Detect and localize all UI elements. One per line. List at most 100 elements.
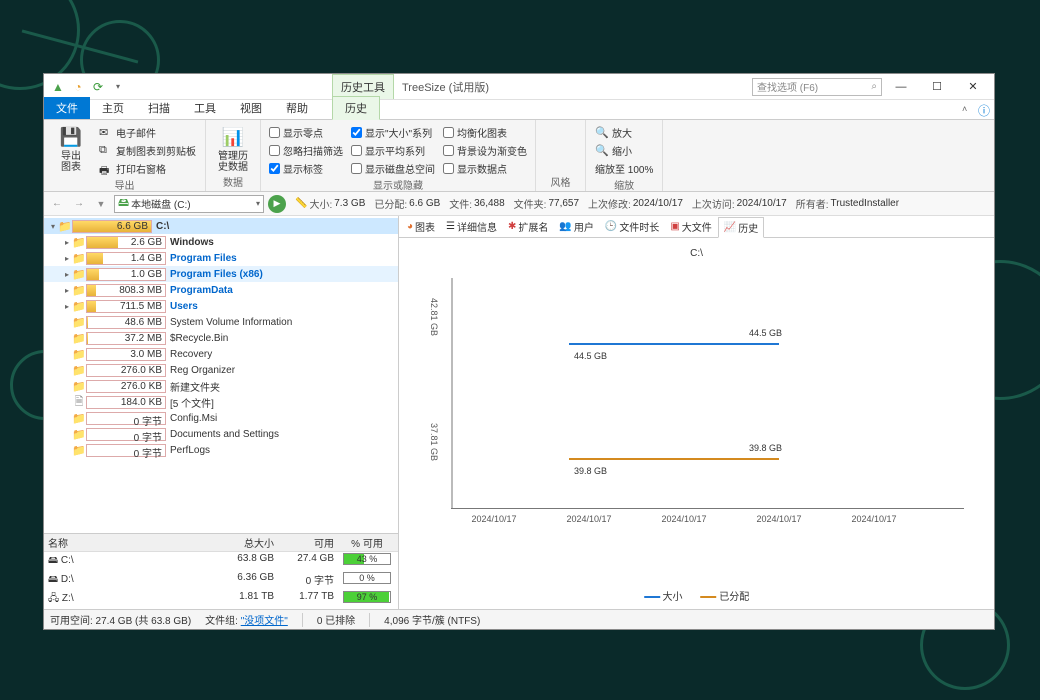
ck-show-labels[interactable]: 显示标签 xyxy=(267,160,345,177)
collapse-ribbon-icon[interactable]: ˄ xyxy=(962,104,976,118)
tree-row[interactable]: 📁276.0 KBReg Organizer xyxy=(44,362,398,378)
size-bar: 0 字节 xyxy=(86,412,166,425)
tab-chart[interactable]: ◕图表 xyxy=(402,217,440,236)
tree-row[interactable]: 🗎184.0 KB[5 个文件] xyxy=(44,394,398,410)
ck-show-points[interactable]: 显示数据点 xyxy=(441,160,529,177)
twisty-icon[interactable]: ▸ xyxy=(62,238,72,247)
zoom-out-icon: 🔍 xyxy=(595,144,609,158)
ck-equalize[interactable]: 均衡化图表 xyxy=(441,124,529,141)
tree-row[interactable]: ▸📁711.5 MBUsers xyxy=(44,298,398,314)
tab-help[interactable]: 帮助 xyxy=(274,97,320,119)
y-tick-lower: 37.81 GB xyxy=(429,423,439,461)
clock-icon: 🕒 xyxy=(605,221,617,232)
ck-ignore-filter[interactable]: 忽略扫描筛选 xyxy=(267,142,345,159)
series-size-line xyxy=(569,343,779,345)
tree-row[interactable]: ▸📁2.6 GBWindows xyxy=(44,234,398,250)
status-free-space: 可用空间: 27.4 GB (共 63.8 GB) xyxy=(50,612,191,627)
email-button[interactable]: ✉电子邮件 xyxy=(96,124,199,141)
tab-users[interactable]: 👥用户 xyxy=(554,217,598,236)
go-button[interactable]: ▶ xyxy=(268,195,286,213)
folder-tree[interactable]: ▾📁6.6 GBC:\▸📁2.6 GBWindows▸📁1.4 GBProgra… xyxy=(44,216,398,533)
drive-row[interactable]: 🖧 Z:\1.81 TB1.77 TB97 % xyxy=(44,590,398,609)
tab-details[interactable]: ☰详细信息 xyxy=(441,217,502,236)
ck-show-zero[interactable]: 显示零点 xyxy=(267,124,345,141)
zoom-fit-button[interactable]: 缩放至 100% xyxy=(592,160,656,177)
tree-row[interactable]: ▸📁1.4 GBProgram Files xyxy=(44,250,398,266)
ck-show-total[interactable]: 显示磁盘总空间 xyxy=(349,160,437,177)
users-icon: 👥 xyxy=(559,221,571,232)
tab-view[interactable]: 视图 xyxy=(228,97,274,119)
twisty-icon[interactable]: ▾ xyxy=(48,222,58,231)
manage-history-button[interactable]: 📊 管理历 史数据 xyxy=(212,122,254,173)
twisty-icon[interactable]: ▸ xyxy=(62,286,72,295)
chart-title: C:\ xyxy=(690,248,703,259)
tab-bigfiles[interactable]: ▣大文件 xyxy=(665,217,716,236)
ck-show-avg[interactable]: 显示平均系列 xyxy=(349,142,437,159)
zoom-in-button[interactable]: 🔍放大 xyxy=(592,124,656,141)
tab-history[interactable]: 历史 xyxy=(332,96,380,120)
x-axis xyxy=(451,508,964,509)
path-text: 本地磁盘 (C:) xyxy=(131,196,190,211)
twisty-icon[interactable]: ▸ xyxy=(62,254,72,263)
x-tick: 2024/10/17 xyxy=(471,514,516,524)
path-input[interactable]: 🖴 本地磁盘 (C:) ▾ xyxy=(114,195,264,213)
file-icon: 🗎 xyxy=(72,393,86,412)
tree-row[interactable]: ▸📁1.0 GBProgram Files (x86) xyxy=(44,266,398,282)
copy-chart-button[interactable]: ⧉复制图表到剪贴板 xyxy=(96,142,199,159)
tree-row[interactable]: 📁48.6 MBSystem Volume Information xyxy=(44,314,398,330)
size-bar: 276.0 KB xyxy=(86,380,166,393)
close-button[interactable]: ✕ xyxy=(956,76,990,98)
size-bar: 0 字节 xyxy=(86,428,166,441)
ck-show-size[interactable]: 显示"大小"系列 xyxy=(349,124,437,141)
tab-history-detail[interactable]: 📈历史 xyxy=(718,217,764,238)
tab-scan[interactable]: 扫描 xyxy=(136,97,182,119)
drive-row[interactable]: 🖴 D:\6.36 GB0 字节0 % xyxy=(44,571,398,590)
zoom-out-button[interactable]: 🔍缩小 xyxy=(592,142,656,159)
tree-row[interactable]: ▸📁808.3 MBProgramData xyxy=(44,282,398,298)
export-chart-button[interactable]: 💾 导出 图表 xyxy=(50,122,92,173)
group-label: 缩放 xyxy=(592,177,656,192)
tree-item-name: Program Files xyxy=(170,253,237,264)
stat-allocated: 已分配:6.6 GB xyxy=(374,196,440,211)
series-alloc-line xyxy=(569,458,779,460)
minimize-button[interactable]: — xyxy=(884,76,918,98)
right-panel: ◕图表 ☰详细信息 ✱扩展名 👥用户 🕒文件时长 ▣大文件 📈历史 C:\ 42… xyxy=(399,216,994,609)
help-icon[interactable]: ⓘ xyxy=(978,102,990,119)
twisty-icon[interactable]: ▸ xyxy=(62,302,72,311)
status-filter-link[interactable]: "没项文件" xyxy=(241,616,288,627)
nav-fwd-button[interactable]: → xyxy=(70,195,88,213)
size-bar: 37.2 MB xyxy=(86,332,166,345)
tab-tools[interactable]: 工具 xyxy=(182,97,228,119)
print-icon: 🖶 xyxy=(99,162,113,176)
tab-home[interactable]: 主页 xyxy=(90,97,136,119)
folder-icon: 📁 xyxy=(72,380,86,393)
alloc-label-right: 39.8 GB xyxy=(749,443,782,453)
nav-up-button[interactable]: ▼ xyxy=(92,195,110,213)
nav-back-button[interactable]: ← xyxy=(48,195,66,213)
tree-row[interactable]: 📁0 字节Documents and Settings xyxy=(44,426,398,442)
tree-row[interactable]: 📁37.2 MB$Recycle.Bin xyxy=(44,330,398,346)
search-placeholder: 查找选项 (F6) xyxy=(757,79,818,94)
tree-row[interactable]: 📁3.0 MBRecovery xyxy=(44,346,398,362)
tab-file[interactable]: 文件 xyxy=(44,97,90,119)
ck-bg-gradient[interactable]: 背景设为渐变色 xyxy=(441,142,529,159)
twisty-icon[interactable]: ▸ xyxy=(62,270,72,279)
app-icon: ▲ xyxy=(50,79,66,95)
folder-icon: 📁 xyxy=(72,316,86,329)
scan-icon[interactable]: ◔ xyxy=(70,79,86,95)
list-icon: ☰ xyxy=(446,221,455,232)
search-options-input[interactable]: 查找选项 (F6) ⌕ xyxy=(752,78,882,96)
tree-row[interactable]: ▾📁6.6 GBC:\ xyxy=(44,218,398,234)
tab-extensions[interactable]: ✱扩展名 xyxy=(503,217,553,236)
tree-row[interactable]: 📁0 字节Config.Msi xyxy=(44,410,398,426)
drive-row[interactable]: 🖴 C:\63.8 GB27.4 GB43 % xyxy=(44,552,398,571)
qat-dropdown-icon[interactable]: ▾ xyxy=(110,79,126,95)
refresh-icon[interactable]: ⟳ xyxy=(90,79,106,95)
tree-row[interactable]: 📁0 字节PerfLogs xyxy=(44,442,398,458)
tab-ages[interactable]: 🕒文件时长 xyxy=(600,217,664,236)
print-button[interactable]: 🖶打印右窗格 xyxy=(96,160,199,177)
maximize-button[interactable]: ☐ xyxy=(920,76,954,98)
ribbon-group-data: 📊 管理历 史数据 数据 xyxy=(206,120,261,191)
ext-icon: ✱ xyxy=(508,221,516,232)
tree-row[interactable]: 📁276.0 KB新建文件夹 xyxy=(44,378,398,394)
